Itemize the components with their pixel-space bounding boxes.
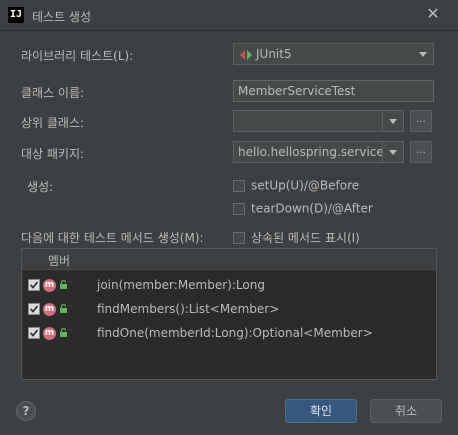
generate-label: 생성:	[27, 180, 54, 194]
public-lock-icon	[60, 328, 67, 337]
member-row[interactable]: m join(member:Member):Long	[22, 274, 436, 298]
method-icon: m	[43, 303, 56, 316]
package-label: 대상 패키지:	[21, 147, 85, 161]
cancel-button[interactable]: 취소	[370, 399, 442, 423]
members-column-header: 멤버	[22, 249, 436, 270]
member-checkbox[interactable]	[28, 279, 40, 291]
library-label: 라이브러리 테스트(L):	[21, 49, 134, 63]
close-icon[interactable]: ✕	[424, 5, 442, 23]
ok-button[interactable]: 확인	[285, 399, 357, 423]
members-table: 멤버 m join(member:Member):Long m findMemb…	[21, 248, 437, 380]
show-inherited-label: 상속된 메서드 표시(I)	[251, 231, 360, 245]
intellij-logo-icon: IJ	[8, 7, 24, 23]
show-inherited-checkbox[interactable]	[233, 231, 245, 244]
chevron-down-icon	[389, 119, 397, 124]
teardown-option[interactable]: tearDown(D)/@After	[233, 201, 373, 216]
superclass-combo[interactable]	[233, 110, 404, 132]
title-bar: IJ 테스트 생성 ✕	[0, 0, 458, 31]
public-lock-icon	[60, 304, 67, 313]
setup-label: setUp(U)/@Before	[251, 178, 360, 193]
method-signature: findOne(memberId:Long):Optional<Member>	[97, 326, 373, 340]
class-name-label: 클래스 이름:	[21, 86, 85, 100]
method-icon: m	[43, 327, 56, 340]
chevron-down-icon	[419, 52, 427, 57]
method-icon: m	[43, 279, 56, 292]
superclass-label: 상위 클래스:	[21, 116, 85, 130]
chevron-down-icon	[389, 150, 397, 155]
method-signature: join(member:Member):Long	[97, 278, 265, 292]
show-inherited-option[interactable]: 상속된 메서드 표시(I)	[233, 229, 360, 246]
help-button[interactable]: ?	[16, 401, 36, 421]
library-value: JUnit5	[256, 47, 292, 61]
public-lock-icon	[60, 280, 67, 289]
teardown-checkbox[interactable]	[233, 202, 245, 215]
member-checkbox[interactable]	[28, 303, 40, 315]
member-checkbox[interactable]	[28, 327, 40, 339]
package-combo[interactable]: hello.hellospring.service	[233, 141, 404, 163]
setup-option[interactable]: setUp(U)/@Before	[233, 178, 359, 193]
package-value: hello.hellospring.service	[238, 145, 384, 159]
member-column-title: 멤버	[48, 254, 71, 268]
member-row[interactable]: m findMembers():List<Member>	[22, 298, 436, 322]
junit-icon	[240, 50, 252, 60]
member-row[interactable]: m findOne(memberId:Long):Optional<Member…	[22, 322, 436, 346]
superclass-browse-button[interactable]: ...	[410, 110, 432, 132]
package-browse-button[interactable]: ...	[410, 141, 432, 163]
teardown-label: tearDown(D)/@After	[251, 201, 373, 216]
methods-label: 다음에 대한 테스트 메서드 생성(M):	[21, 231, 204, 245]
setup-checkbox[interactable]	[233, 179, 245, 192]
library-select[interactable]: JUnit5	[233, 43, 434, 65]
class-name-input[interactable]: MemberServiceTest	[233, 80, 434, 102]
method-signature: findMembers():List<Member>	[97, 302, 280, 316]
dialog-title: 테스트 생성	[32, 10, 92, 24]
